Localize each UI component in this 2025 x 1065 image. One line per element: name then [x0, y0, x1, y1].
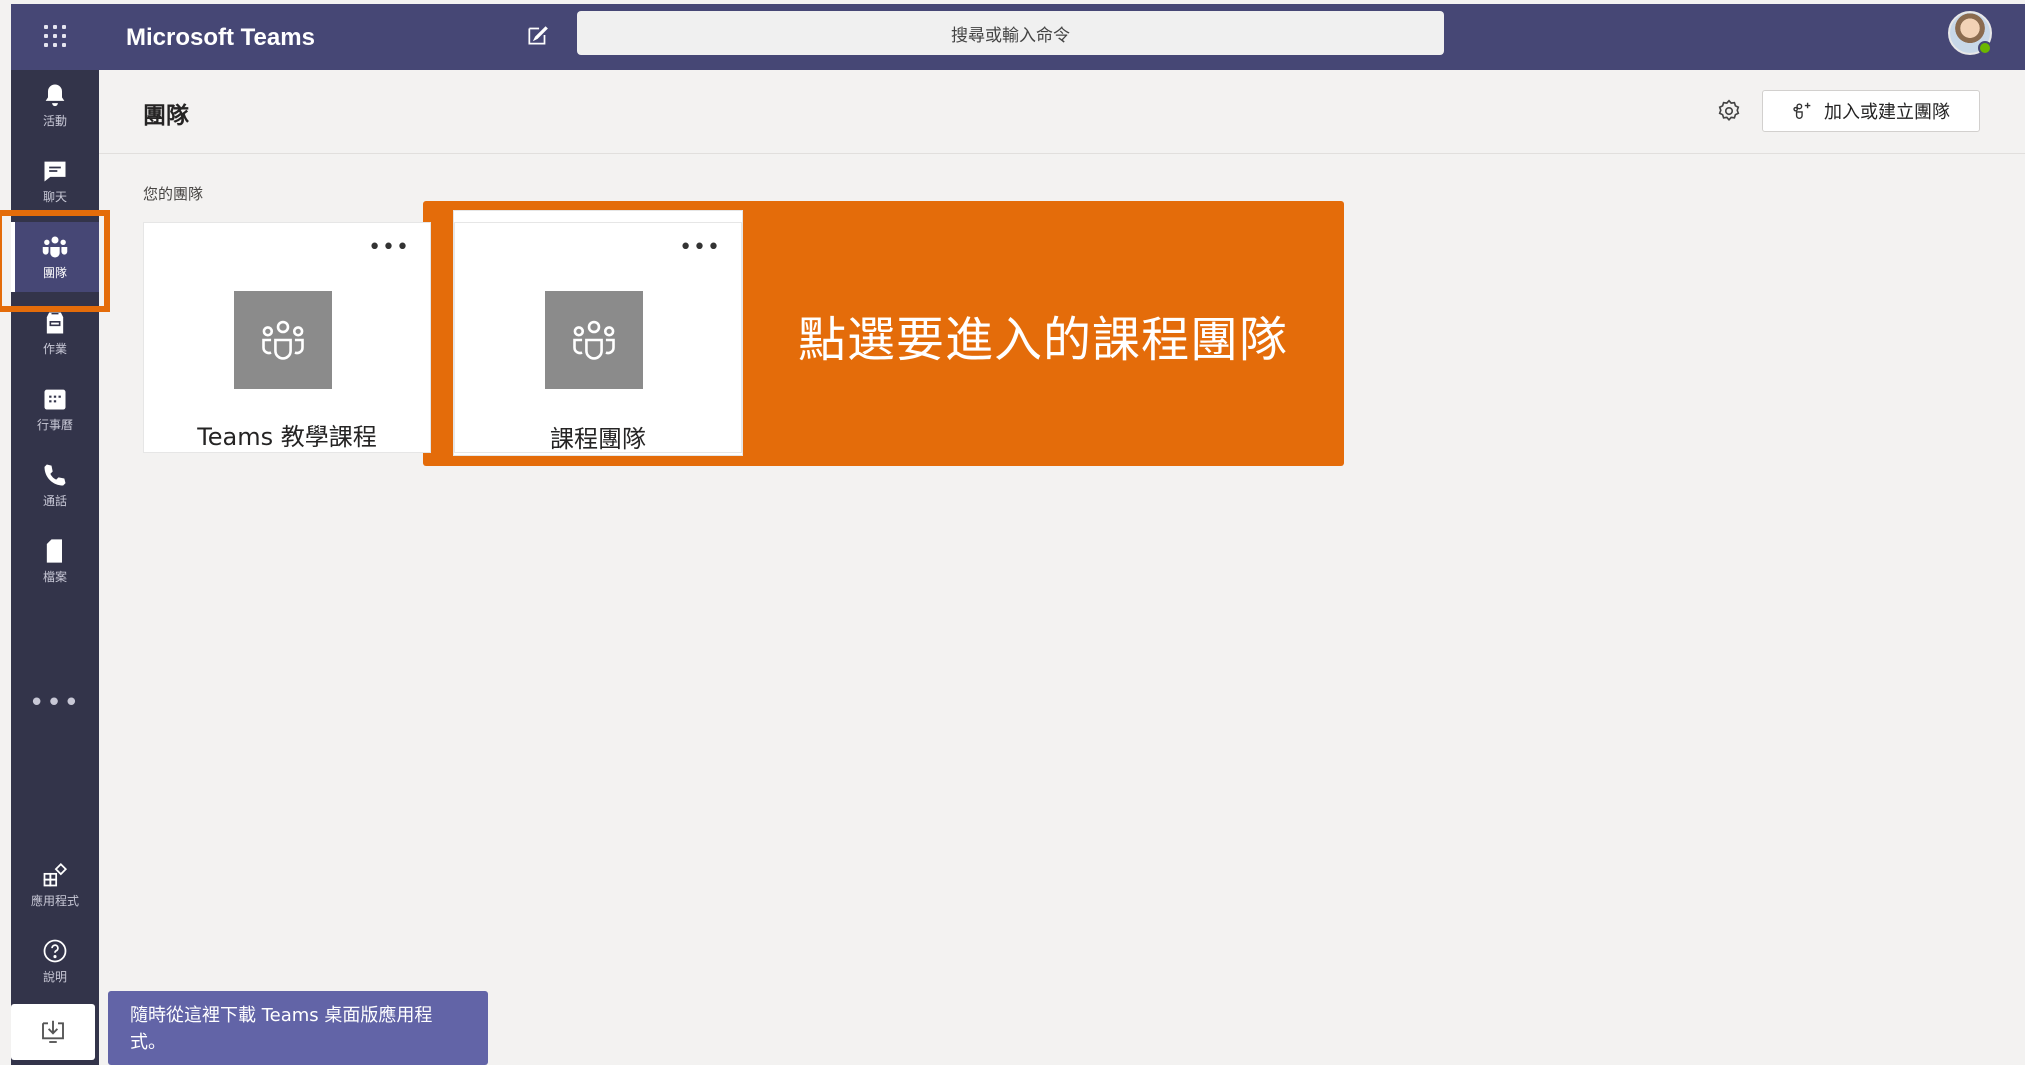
- phone-icon: [44, 464, 66, 486]
- team-card[interactable]: ••• 課程團隊: [454, 222, 742, 453]
- teams-icon: [262, 320, 304, 360]
- file-icon: [46, 539, 62, 563]
- rail-item-label: 聊天: [42, 190, 67, 204]
- apps-icon: [43, 862, 68, 887]
- rail-item-label: 檔案: [42, 570, 67, 584]
- team-avatar: [234, 291, 332, 389]
- rail-item-label: 應用程式: [30, 894, 79, 908]
- compose-icon[interactable]: [525, 22, 551, 48]
- rail-item-apps[interactable]: 應用程式: [11, 850, 99, 920]
- page-header: 團隊 加入或建立團隊: [99, 70, 2025, 154]
- presence-available-icon: [1978, 41, 1992, 55]
- rail-item-calls[interactable]: 通話: [11, 450, 99, 520]
- add-team-icon: [1793, 102, 1811, 119]
- chat-icon: [44, 161, 66, 182]
- rail-item-chat[interactable]: 聊天: [11, 146, 99, 216]
- team-card[interactable]: ••• Teams 教學課程: [143, 222, 431, 453]
- more-apps-icon[interactable]: •••: [11, 688, 99, 718]
- search-input[interactable]: 搜尋或輸入命令: [577, 11, 1444, 55]
- help-icon: [43, 939, 67, 963]
- app-launcher-icon[interactable]: [41, 22, 71, 52]
- download-icon: [42, 1020, 64, 1043]
- bell-icon: [45, 84, 65, 107]
- team-avatar: [545, 291, 643, 389]
- join-or-create-team-button[interactable]: 加入或建立團隊: [1762, 90, 1980, 132]
- more-options-icon[interactable]: •••: [368, 235, 410, 260]
- rail-item-label: 活動: [42, 114, 67, 128]
- rail-item-help[interactable]: 說明: [11, 926, 99, 996]
- rail-item-label: 作業: [42, 342, 67, 356]
- join-button-label: 加入或建立團隊: [1824, 102, 1950, 123]
- rail-item-label: 說明: [42, 970, 67, 984]
- rail-item-files[interactable]: 檔案: [11, 526, 99, 596]
- team-name: Teams 教學課程: [197, 423, 377, 451]
- section-label: 您的團隊: [143, 185, 204, 203]
- teams-highlight-box: [0, 210, 110, 312]
- teams-icon: [573, 320, 615, 360]
- page-title: 團隊: [143, 103, 189, 129]
- calendar-icon: [44, 389, 66, 410]
- app-title: Microsoft Teams: [126, 24, 315, 51]
- rail-item-label: 行事曆: [36, 418, 73, 432]
- callout-text: 點選要進入的課程團隊: [798, 312, 1289, 368]
- more-options-icon[interactable]: •••: [679, 235, 721, 260]
- rail-item-calendar[interactable]: 行事曆: [11, 374, 99, 444]
- rail-item-activity[interactable]: 活動: [11, 70, 99, 140]
- assignments-icon: [46, 312, 64, 334]
- team-name: 課程團隊: [550, 425, 646, 453]
- gear-icon[interactable]: [1716, 98, 1742, 124]
- download-tooltip: 隨時從這裡下載 Teams 桌面版應用程式。: [108, 991, 488, 1065]
- rail-item-label: 通話: [42, 494, 67, 508]
- download-desktop-app-button[interactable]: [11, 1004, 95, 1060]
